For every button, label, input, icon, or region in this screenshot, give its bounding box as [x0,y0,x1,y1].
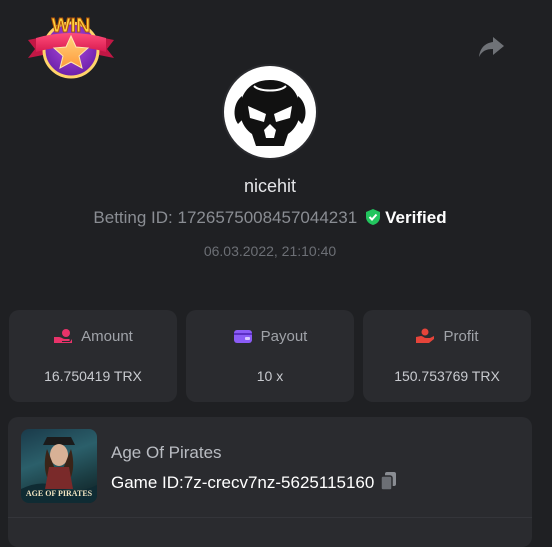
game-id-label: Game ID: [111,473,184,492]
stat-amount-value: 16.750419 TRX [44,368,142,384]
copy-button[interactable] [380,471,398,496]
copy-icon [380,472,397,491]
stat-card-profit: Profit 150.753769 TRX [363,310,531,402]
bet-datetime: 06.03.2022, 21:10:40 [203,243,337,259]
betting-id-label: Betting ID: [93,208,173,227]
share-icon [479,37,504,57]
wallet-icon [233,330,252,343]
username: nicehit [243,176,297,196]
game-id-value: 7z-crecv7nz-5625115160 [183,473,375,492]
stat-payout-label: Payout [260,328,308,345]
game-thumbnail[interactable]: AGE OF PIRATES [21,429,97,503]
win-badge-text: WIN [52,15,91,37]
game-id-row: Game ID:7z-crecv7nz-5625115160 [111,471,398,496]
skull-helmet-icon [226,68,314,156]
coins-hand-icon [54,329,73,343]
stat-amount-label: Amount [81,328,133,345]
avatar [224,66,316,158]
game-name[interactable]: Age Of Pirates [111,443,222,463]
share-button[interactable] [478,34,506,60]
betting-id-value: 1726575008457044231 [177,208,358,227]
game-card: AGE OF PIRATES Age Of Pirates Game ID:7z… [8,417,532,547]
stat-profit-label: Profit [443,328,479,345]
game-thumb-title: AGE OF PIRATES [26,489,93,498]
profit-hand-icon [416,328,435,343]
verified-shield-icon [366,209,381,225]
stat-card-amount: Amount 16.750419 TRX [9,310,177,402]
stat-card-payout: Payout 10 x [186,310,354,402]
stat-payout-value: 10 x [256,368,284,384]
divider [8,517,532,518]
betting-id-row: Betting ID: 1726575008457044231 Verified [0,208,540,228]
verified-label: Verified [385,208,447,227]
stat-profit-value: 150.753769 TRX [394,368,500,384]
win-badge: WIN [26,12,116,82]
